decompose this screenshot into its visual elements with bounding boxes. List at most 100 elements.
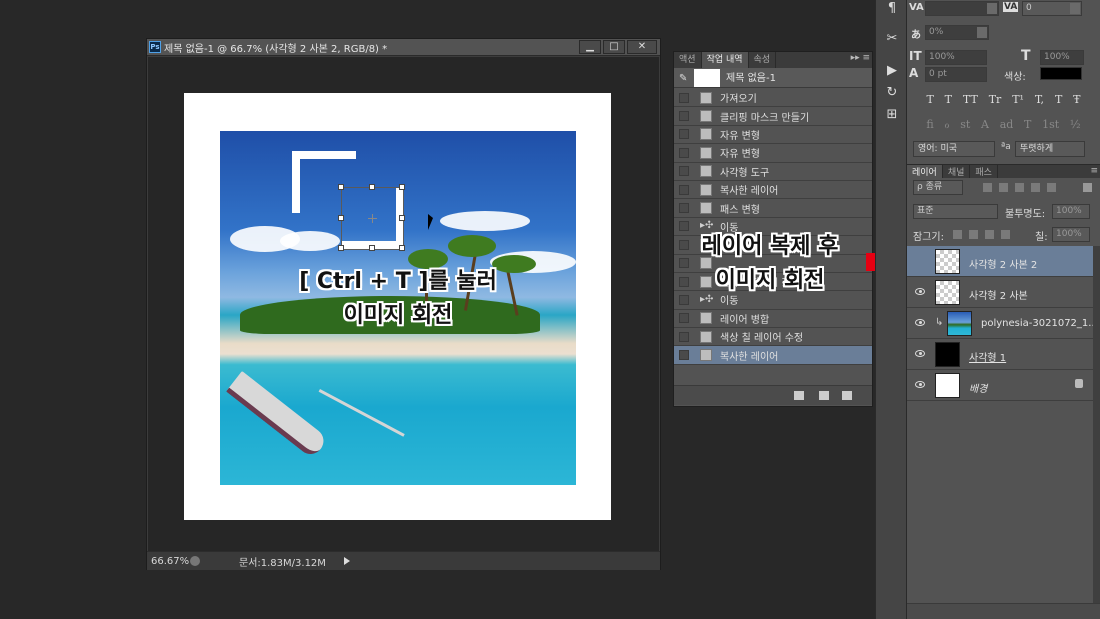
history-item[interactable]: 자유 변형 bbox=[674, 126, 872, 145]
layer-row[interactable]: ↳ polynesia-3021072_1... bbox=[907, 308, 1098, 339]
history-checkbox[interactable] bbox=[679, 331, 689, 342]
vertical-scale-field[interactable]: 100% bbox=[925, 50, 987, 65]
typo-button[interactable]: T bbox=[1055, 93, 1062, 109]
history-checkbox[interactable] bbox=[679, 129, 689, 140]
baseline-shift-field[interactable]: 0 pt bbox=[925, 67, 987, 82]
opentype-button[interactable]: ad bbox=[1000, 118, 1014, 134]
tab-properties[interactable]: 속성 bbox=[749, 52, 777, 68]
filter-adjustment-icon[interactable] bbox=[999, 183, 1008, 192]
transform-handle[interactable] bbox=[338, 184, 344, 190]
tab-actions[interactable]: 액션 bbox=[674, 52, 702, 68]
typo-button[interactable]: T, bbox=[1035, 93, 1044, 109]
transform-handle[interactable] bbox=[338, 245, 344, 251]
layers-scrollbar[interactable] bbox=[1093, 246, 1100, 611]
history-checkbox[interactable] bbox=[679, 111, 689, 122]
layer-row[interactable]: 사각형 2 사본 bbox=[907, 277, 1093, 308]
maximize-button[interactable]: □ bbox=[603, 40, 625, 54]
white-frame-corner[interactable] bbox=[292, 151, 300, 213]
history-checkbox[interactable] bbox=[679, 184, 689, 195]
typo-button[interactable]: Ŧ bbox=[1073, 93, 1080, 109]
eye-icon[interactable] bbox=[915, 381, 925, 388]
layer-row[interactable]: 배경 bbox=[907, 370, 1093, 401]
filter-shape-icon[interactable] bbox=[1031, 183, 1040, 192]
panel-menu-icon[interactable]: ▸▸ ≡ bbox=[851, 53, 870, 63]
history-item[interactable]: 자유 변형 bbox=[674, 144, 872, 163]
layer-row[interactable]: 사각형 1 bbox=[907, 339, 1093, 370]
eye-icon[interactable] bbox=[915, 288, 925, 295]
typo-button[interactable]: T bbox=[945, 93, 952, 109]
history-item[interactable]: 패스 변형 bbox=[674, 199, 872, 218]
tab-history[interactable]: 작업 내역 bbox=[701, 52, 749, 68]
history-checkbox[interactable] bbox=[679, 203, 689, 214]
antialias-select[interactable]: 뚜렷하게 bbox=[1015, 141, 1085, 157]
history-checkbox[interactable] bbox=[679, 92, 689, 103]
white-frame-corner[interactable] bbox=[292, 151, 356, 159]
blend-mode-select[interactable]: 표준 bbox=[913, 204, 998, 219]
opentype-button[interactable]: A bbox=[981, 118, 989, 134]
fill-field[interactable]: 100% bbox=[1052, 227, 1090, 242]
lock-position-icon[interactable] bbox=[985, 230, 994, 239]
lock-transparent-icon[interactable] bbox=[953, 230, 962, 239]
history-checkbox[interactable] bbox=[679, 313, 689, 324]
eye-icon[interactable] bbox=[915, 350, 925, 357]
typo-button[interactable]: T bbox=[926, 93, 933, 109]
opentype-button[interactable]: ℴ bbox=[944, 118, 949, 134]
history-item[interactable]: 색상 칠 레이어 수정 bbox=[674, 328, 872, 347]
history-icon[interactable]: ↻ bbox=[882, 84, 902, 102]
transform-handle[interactable] bbox=[399, 215, 405, 221]
opentype-button[interactable]: T bbox=[1024, 118, 1031, 134]
play-icon[interactable]: ▶ bbox=[882, 62, 902, 80]
layers-menu-icon[interactable]: ≡ bbox=[1090, 166, 1098, 176]
trash-icon[interactable] bbox=[842, 391, 852, 400]
eye-icon[interactable] bbox=[915, 319, 925, 326]
horizontal-scale-field[interactable]: 100% bbox=[1040, 50, 1084, 65]
tracking-field[interactable]: 0 bbox=[1022, 1, 1082, 16]
history-item[interactable]: 가져오기 bbox=[674, 89, 872, 108]
history-checkbox[interactable] bbox=[679, 147, 689, 158]
history-item[interactable]: 복사한 레이어 bbox=[674, 346, 872, 365]
history-checkbox[interactable] bbox=[679, 166, 689, 177]
opentype-button[interactable]: fi bbox=[926, 118, 933, 134]
document-titlebar[interactable]: Ps 제목 없음-1 @ 66.7% (사각형 2 사본 2, RGB/8) *… bbox=[147, 39, 660, 56]
tools-icon[interactable]: ✂ bbox=[882, 30, 902, 48]
tropical-island-photo[interactable]: [ Ctrl + T ]를 눌러 이미지 회전 bbox=[220, 131, 576, 485]
transform-handle[interactable] bbox=[369, 184, 375, 190]
history-item[interactable]: 복사한 레이어 bbox=[674, 181, 872, 200]
zoom-level[interactable]: 66.67% bbox=[151, 556, 189, 567]
lock-image-icon[interactable] bbox=[969, 230, 978, 239]
typo-button[interactable]: TT bbox=[963, 93, 978, 109]
history-checkbox[interactable] bbox=[679, 221, 689, 232]
filter-pixel-icon[interactable] bbox=[983, 183, 992, 192]
status-menu-icon[interactable] bbox=[190, 556, 200, 566]
transform-handle[interactable] bbox=[369, 245, 375, 251]
opentype-button[interactable]: st bbox=[960, 118, 970, 134]
language-select[interactable]: 영어: 미국 bbox=[913, 141, 995, 157]
paragraph-icon[interactable]: ¶ bbox=[882, 0, 902, 18]
filter-toggle-icon[interactable] bbox=[1083, 183, 1092, 192]
history-snapshot[interactable]: ✎ 제목 없음-1 bbox=[674, 68, 872, 88]
opentype-button[interactable]: ½ bbox=[1070, 118, 1081, 134]
history-item[interactable]: 사각형 도구 bbox=[674, 163, 872, 181]
transform-handle[interactable] bbox=[399, 245, 405, 251]
lock-all-icon[interactable] bbox=[1001, 230, 1010, 239]
tsume-field[interactable]: 0% bbox=[925, 25, 989, 40]
new-document-from-state-icon[interactable] bbox=[794, 391, 804, 400]
white-canvas[interactable]: [ Ctrl + T ]를 눌러 이미지 회전 bbox=[184, 93, 611, 520]
camera-icon[interactable] bbox=[819, 391, 829, 400]
opacity-field[interactable]: 100% bbox=[1052, 204, 1090, 219]
filter-smart-icon[interactable] bbox=[1047, 183, 1056, 192]
text-color-swatch[interactable] bbox=[1040, 67, 1082, 80]
history-brush-icon[interactable]: ✎ bbox=[679, 73, 687, 84]
history-checkbox[interactable] bbox=[679, 350, 689, 361]
kerning-field[interactable] bbox=[925, 1, 999, 16]
transform-handle[interactable] bbox=[399, 184, 405, 190]
minimize-button[interactable]: ▁ bbox=[579, 40, 601, 54]
status-arrow-icon[interactable] bbox=[344, 557, 350, 565]
filter-type-icon[interactable] bbox=[1015, 183, 1024, 192]
canvas-area[interactable]: [ Ctrl + T ]를 눌러 이미지 회전 bbox=[148, 57, 659, 551]
history-item[interactable]: 클리핑 마스크 만들기 bbox=[674, 107, 872, 126]
history-checkbox[interactable] bbox=[679, 294, 689, 305]
properties-icon[interactable]: ⊞ bbox=[882, 106, 902, 124]
layer-filter-select[interactable]: ρ 종류 bbox=[913, 180, 963, 195]
typo-button[interactable]: Tr bbox=[989, 93, 1002, 109]
